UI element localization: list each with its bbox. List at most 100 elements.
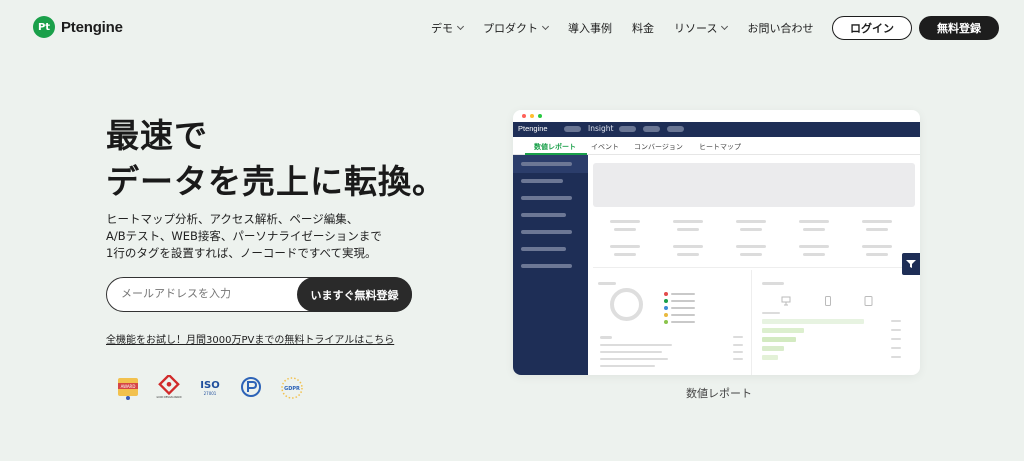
mock-row-label-line	[762, 312, 780, 314]
window-close-dot-icon	[522, 114, 526, 118]
desc-line-1: ヒートマップ分析、アクセス解析、ページ編集、	[106, 212, 359, 226]
filter-funnel-icon	[902, 253, 920, 275]
nav-label: プロダクト	[483, 22, 538, 35]
mock-app-topbar: Ptengine Insight	[513, 122, 920, 137]
mock-kpi-line	[866, 228, 888, 231]
mock-table-line	[600, 351, 662, 353]
mock-kpi-line	[610, 220, 640, 223]
mock-sidebar-item	[521, 247, 566, 251]
mock-chart-placeholder	[593, 163, 915, 207]
mock-legend-dot	[664, 306, 668, 310]
mock-table-line	[891, 356, 901, 358]
hero-description: ヒートマップ分析、アクセス解析、ページ編集、 A/Bテスト、WEB接客、パーソナ…	[106, 211, 406, 262]
nav-item-demo[interactable]: デモ	[431, 20, 465, 36]
mock-kpi-line	[799, 220, 829, 223]
nav-label: 料金	[632, 22, 654, 35]
mock-table-line	[600, 344, 672, 346]
mock-tab-conversion: コンバージョン	[634, 143, 683, 151]
chevron-down-icon	[721, 22, 729, 31]
nav-item-case-studies[interactable]: 導入事例	[568, 20, 612, 36]
mock-sidebar-item	[521, 213, 566, 217]
start-free-trial-button[interactable]: いますぐ無料登録	[297, 277, 412, 312]
email-signup-form: いますぐ無料登録	[106, 277, 412, 312]
chevron-down-icon	[541, 22, 550, 31]
mock-table-line	[891, 347, 901, 349]
nav-item-pricing[interactable]: 料金	[632, 20, 654, 36]
mock-window-titlebar	[513, 110, 920, 122]
desc-line-2: A/Bテスト、WEB接客、パーソナライゼーションまで	[106, 229, 382, 243]
mock-horizontal-bar	[762, 319, 864, 324]
nav-label: リソース	[674, 22, 718, 35]
mock-brand: Ptengine	[518, 124, 548, 133]
mock-table-line	[733, 358, 743, 360]
gdpr-text: GDPR	[284, 386, 300, 392]
mock-legend-dot	[664, 313, 668, 317]
mock-kpi-line	[803, 228, 825, 231]
mock-divider	[593, 267, 915, 268]
main-nav: デモ プロダクト 導入事例 料金 リソース お問い合わせ	[431, 20, 813, 36]
mock-legend-dot	[664, 292, 668, 296]
mock-kpi-line	[673, 220, 703, 223]
ptengine-logo[interactable]: Pt Ptengine	[33, 16, 123, 38]
mock-kpi-line	[862, 220, 892, 223]
mock-table-line	[600, 336, 612, 339]
mock-insight-label: Insight	[588, 124, 614, 133]
mock-tab-event: イベント	[591, 143, 619, 151]
mock-kpi-line	[677, 228, 699, 231]
mock-donut-chart	[610, 288, 643, 321]
mock-table-line	[733, 351, 743, 353]
headline-line-1: 最速で	[106, 116, 208, 155]
window-maximize-dot-icon	[538, 114, 542, 118]
mock-kpi-line	[610, 245, 640, 248]
mock-horizontal-bar	[762, 337, 796, 342]
mock-topbar-placeholder	[564, 126, 581, 132]
mock-kpi-line	[803, 253, 825, 256]
headline-line-2: データを売上に転換。	[106, 162, 446, 201]
award-badge-text: AWARD	[121, 384, 136, 389]
mock-legend-dot	[664, 299, 668, 303]
mock-topbar-placeholder	[643, 126, 660, 132]
email-input[interactable]	[121, 287, 291, 300]
mock-kpi-line	[736, 245, 766, 248]
good-design-award-icon: GOOD DESIGN AWARD	[156, 375, 182, 401]
mock-legend-line	[671, 321, 695, 323]
mock-legend-line	[671, 300, 695, 302]
gdpr-icon: GDPR	[279, 375, 305, 401]
mock-topbar-placeholder	[619, 126, 636, 132]
good-design-text: GOOD DESIGN AWARD	[156, 396, 181, 399]
product-screenshot-mockup: Ptengine Insight 数値レポート イベント コンバージョン ヒート…	[513, 110, 920, 375]
hero-headline: 最速で データを売上に転換。	[106, 113, 446, 205]
login-button[interactable]: ログイン	[832, 16, 912, 40]
mock-panel-title-line	[762, 282, 784, 285]
certification-badges: AWARD GOOD DESIGN AWARD ISO 27001 GDPR	[115, 375, 305, 401]
mock-horizontal-bar	[762, 346, 784, 351]
tablet-icon	[864, 291, 873, 310]
privacy-mark-icon	[238, 375, 264, 401]
mock-panel-divider	[751, 270, 752, 375]
mock-table-line	[733, 336, 743, 338]
mobile-icon	[824, 291, 832, 310]
mock-table-line	[891, 329, 901, 331]
mock-kpi-line	[736, 220, 766, 223]
signup-button[interactable]: 無料登録	[919, 16, 999, 40]
nav-label: 導入事例	[568, 22, 612, 35]
mock-tab-numeric-report: 数値レポート	[534, 143, 576, 151]
nav-item-product[interactable]: プロダクト	[483, 20, 550, 36]
mock-legend-line	[671, 307, 695, 309]
iso-number-text: 27001	[204, 391, 217, 396]
free-trial-link[interactable]: 全機能をお試し！月間3000万PVまでの無料トライアルはこちら	[106, 331, 394, 346]
award-badge-icon: AWARD	[115, 375, 141, 401]
mock-kpi-line	[799, 245, 829, 248]
mock-table-line	[733, 344, 743, 346]
nav-item-resources[interactable]: リソース	[674, 20, 729, 36]
mock-tab-heatmap: ヒートマップ	[699, 143, 741, 151]
nav-label: お問い合わせ	[747, 22, 814, 35]
mock-kpi-line	[740, 253, 762, 256]
mock-table-line	[600, 358, 668, 360]
iso-27001-icon: ISO 27001	[197, 375, 223, 401]
mock-sidebar-item	[521, 230, 572, 234]
mock-kpi-line	[614, 228, 636, 231]
mock-sidebar	[513, 155, 588, 375]
nav-item-contact[interactable]: お問い合わせ	[747, 20, 813, 36]
mock-sidebar-item	[521, 162, 572, 166]
